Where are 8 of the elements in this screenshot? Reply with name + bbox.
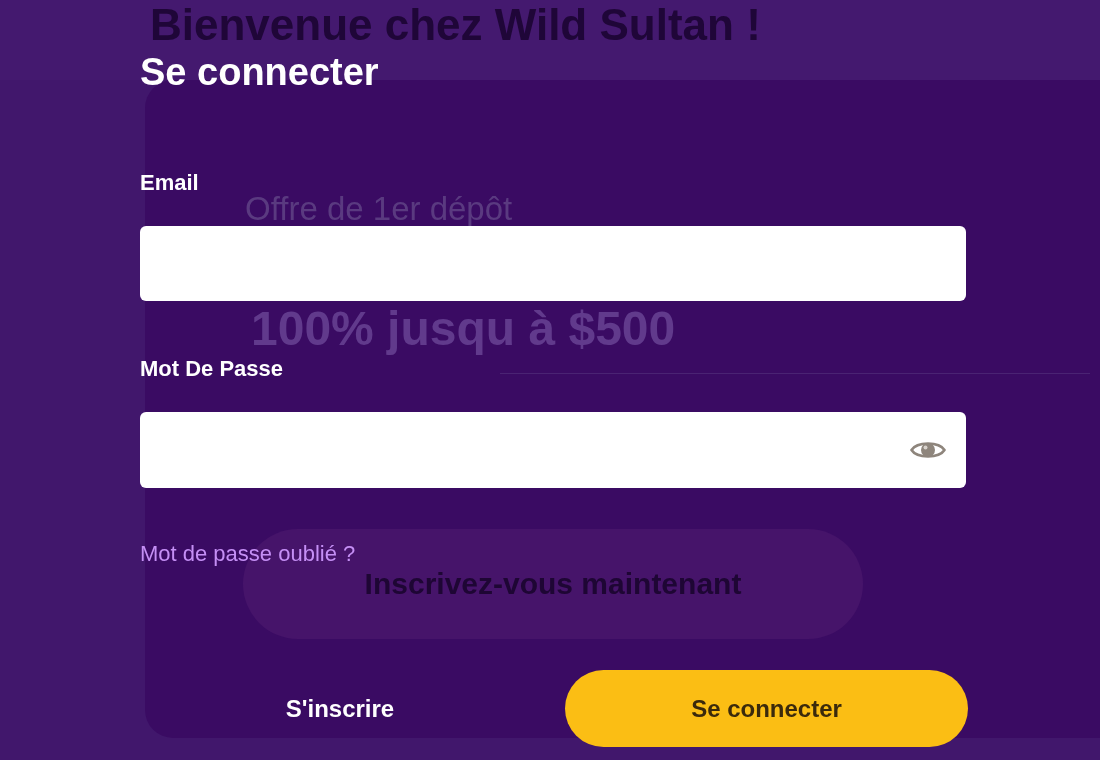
dialog-title: Se connecter [140,50,379,94]
signup-button[interactable]: S'inscrire [281,688,399,729]
login-button[interactable]: Se connecter [565,670,968,747]
password-field[interactable] [140,412,966,488]
field-label: Email [140,170,199,196]
email-field[interactable] [140,226,966,301]
field-label: Mot De Passe [140,356,284,382]
eye-icon[interactable] [910,439,946,461]
